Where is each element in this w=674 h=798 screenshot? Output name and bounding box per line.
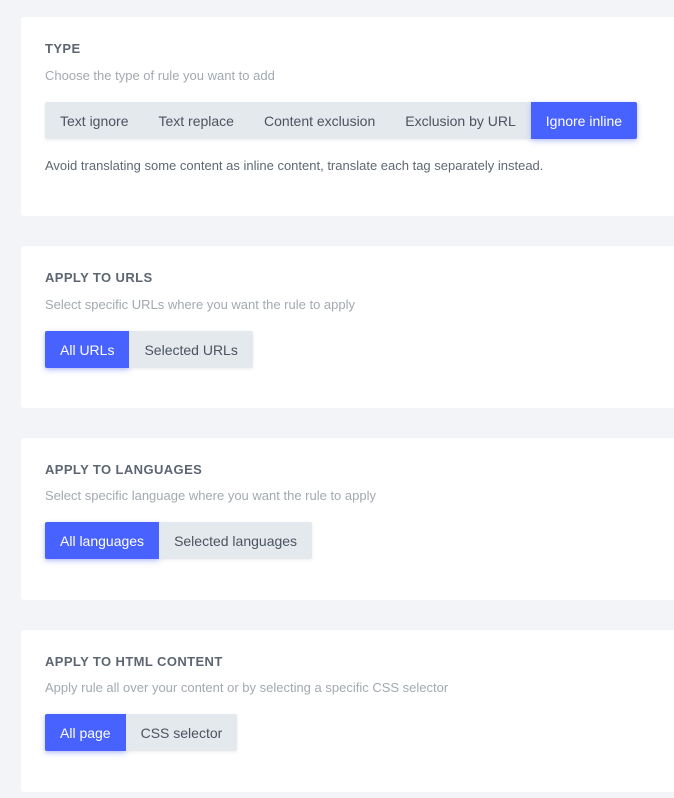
languages-section-description: Select specific language where you want … — [45, 488, 376, 503]
urls-selector: All URLs Selected URLs — [45, 331, 253, 368]
urls-section-description: Select specific URLs where you want the … — [45, 297, 355, 312]
selected-urls-button[interactable]: Selected URLs — [129, 331, 253, 368]
text-ignore-button[interactable]: Text ignore — [45, 102, 144, 139]
html-content-selector: All page CSS selector — [45, 714, 238, 751]
apply-to-html-content-card: APPLY TO HTML CONTENT Apply rule all ove… — [21, 630, 674, 792]
all-urls-button[interactable]: All URLs — [45, 331, 130, 368]
css-selector-button[interactable]: CSS selector — [125, 714, 238, 751]
html-section-description: Apply rule all over your content or by s… — [45, 680, 449, 695]
urls-section-title: APPLY TO URLS — [45, 270, 153, 285]
all-languages-button[interactable]: All languages — [45, 522, 160, 559]
type-section-description: Choose the type of rule you want to add — [45, 68, 275, 83]
rule-type-selector: Text ignore Text replace Content exclusi… — [45, 102, 638, 139]
rule-type-help-text: Avoid translating some content as inline… — [45, 158, 544, 173]
languages-section-title: APPLY TO LANGUAGES — [45, 462, 203, 477]
type-section-title: TYPE — [45, 41, 81, 56]
type-card: TYPE Choose the type of rule you want to… — [21, 17, 674, 216]
text-replace-button[interactable]: Text replace — [143, 102, 249, 139]
all-page-button[interactable]: All page — [45, 714, 126, 751]
selected-languages-button[interactable]: Selected languages — [159, 522, 313, 559]
apply-to-languages-card: APPLY TO LANGUAGES Select specific langu… — [21, 438, 674, 600]
ignore-inline-button[interactable]: Ignore inline — [530, 102, 638, 139]
content-exclusion-button[interactable]: Content exclusion — [248, 102, 391, 139]
exclusion-by-url-button[interactable]: Exclusion by URL — [390, 102, 531, 139]
apply-to-urls-card: APPLY TO URLS Select specific URLs where… — [21, 246, 674, 408]
html-section-title: APPLY TO HTML CONTENT — [45, 654, 223, 669]
languages-selector: All languages Selected languages — [45, 522, 313, 559]
